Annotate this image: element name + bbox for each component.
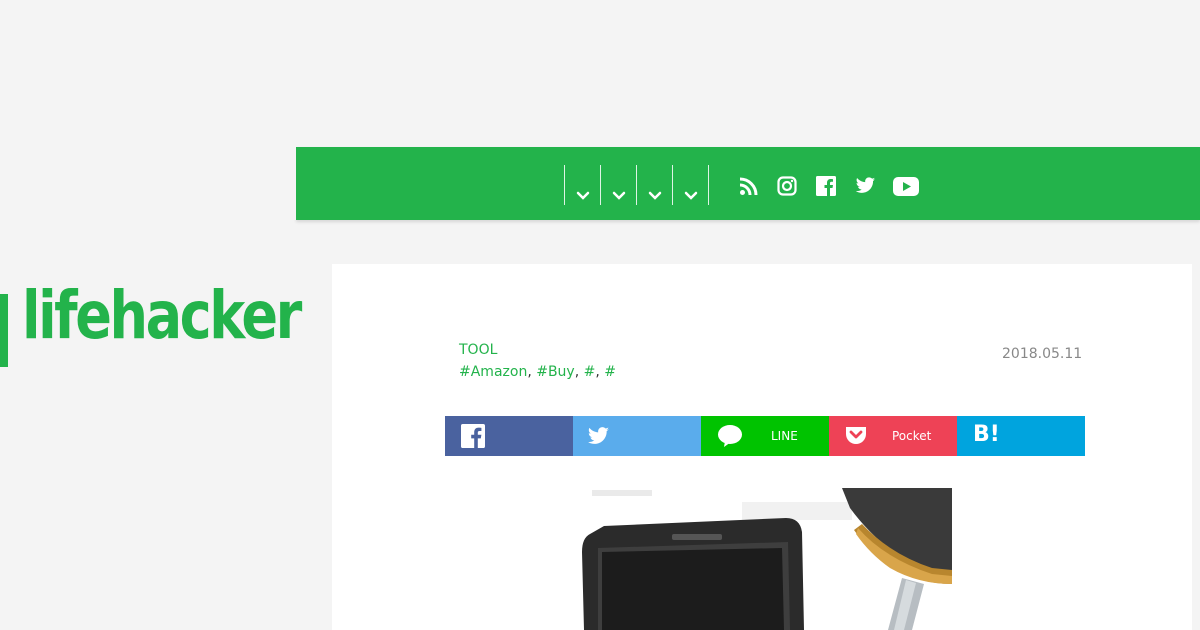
product-photo-illustration xyxy=(572,488,952,630)
share-twitter-button[interactable] xyxy=(573,416,701,456)
article-hero-image xyxy=(572,488,952,630)
logo-accent-bar xyxy=(0,294,8,367)
logo-container[interactable]: lifehacker xyxy=(0,147,302,367)
share-hatena-button[interactable]: B! xyxy=(957,416,1085,456)
youtube-link[interactable] xyxy=(893,174,919,198)
chevron-down-icon xyxy=(684,191,698,200)
article-category[interactable]: TOOL xyxy=(459,342,497,358)
line-icon xyxy=(718,425,742,447)
twitter-icon xyxy=(587,427,609,444)
hatena-bookmark-icon: B! xyxy=(973,422,1000,447)
instagram-link[interactable] xyxy=(776,174,798,198)
facebook-link[interactable] xyxy=(815,174,837,198)
twitter-icon xyxy=(855,177,875,193)
share-line-button[interactable]: LINE xyxy=(701,416,829,456)
tag-link[interactable]: #Buy xyxy=(536,364,575,380)
nav-dropdown-4[interactable] xyxy=(672,165,709,205)
share-facebook-button[interactable] xyxy=(445,416,573,456)
article-date: 2018.05.11 xyxy=(1002,346,1083,362)
chevron-down-icon xyxy=(648,191,662,200)
twitter-link[interactable] xyxy=(854,174,876,198)
youtube-icon xyxy=(893,176,919,196)
tag-link[interactable]: # xyxy=(584,364,596,380)
nav-dropdown-group xyxy=(564,165,709,205)
facebook-icon xyxy=(816,176,836,196)
chevron-down-icon xyxy=(612,191,626,200)
chevron-down-icon xyxy=(576,191,590,200)
share-line-label: LINE xyxy=(771,429,798,443)
tag-separator: , xyxy=(574,364,584,380)
rss-icon xyxy=(739,177,758,196)
nav-dropdown-2[interactable] xyxy=(600,165,636,205)
share-buttons: LINE Pocket B! xyxy=(445,416,1085,456)
share-pocket-button[interactable]: Pocket xyxy=(829,416,957,456)
tag-separator: , xyxy=(595,364,605,380)
nav-dropdown-3[interactable] xyxy=(636,165,672,205)
rss-link[interactable] xyxy=(738,174,760,198)
nav-dropdown-1[interactable] xyxy=(564,165,600,205)
tag-link[interactable]: # xyxy=(604,364,616,380)
pocket-icon xyxy=(846,427,866,444)
tag-link[interactable]: #Amazon xyxy=(459,364,527,380)
facebook-icon xyxy=(461,424,485,448)
tag-separator: , xyxy=(527,364,537,380)
instagram-icon xyxy=(777,176,797,196)
article-tags: #Amazon, #Buy, #, # xyxy=(459,364,616,380)
share-pocket-label: Pocket xyxy=(892,429,932,443)
site-logo[interactable]: lifehacker xyxy=(22,283,302,349)
